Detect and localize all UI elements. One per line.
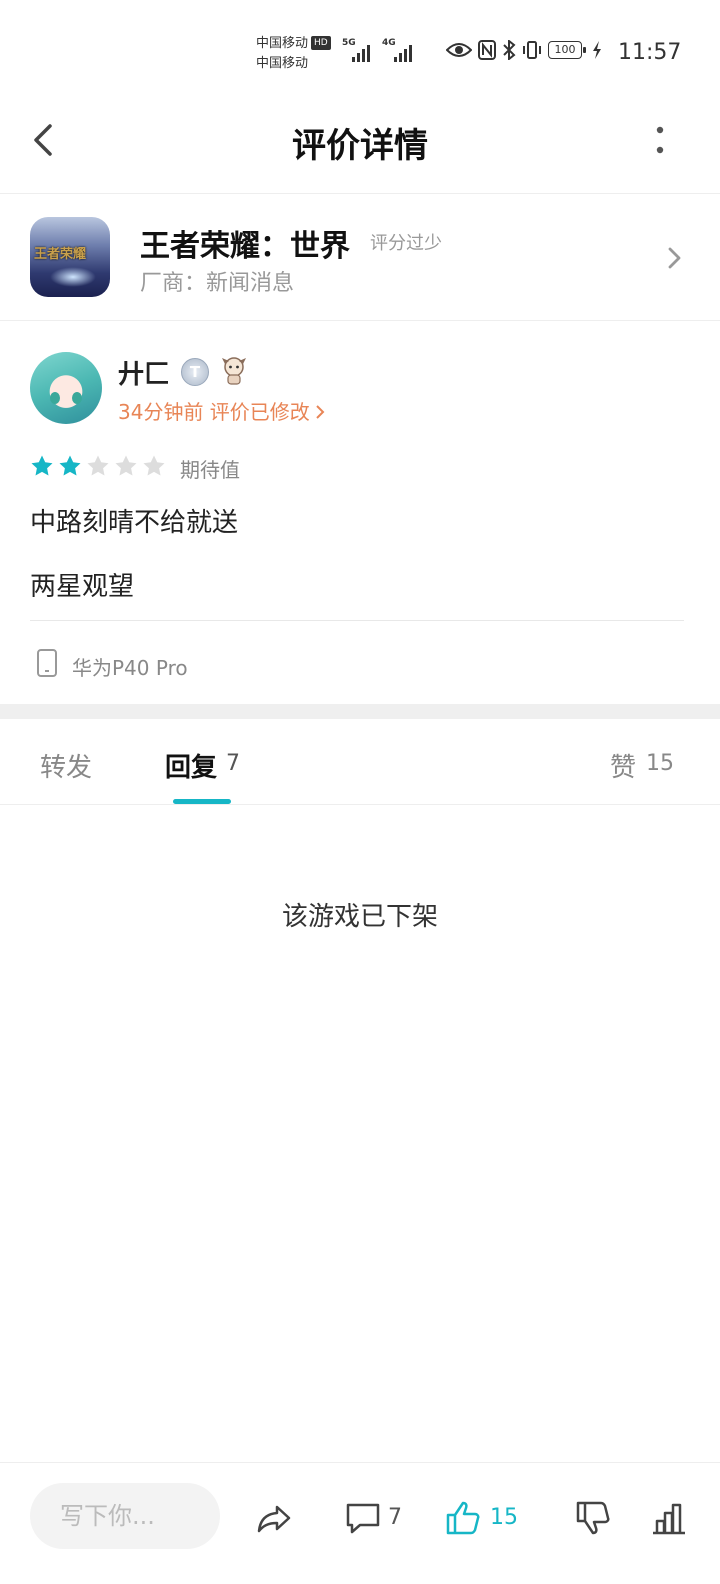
battery-icon: 100 [548, 41, 586, 59]
thumbs-up-icon[interactable] [444, 1499, 482, 1537]
tab-reply-count: 7 [226, 751, 240, 776]
clock: 11:57 [618, 40, 682, 65]
carrier-2: 中国移动 [256, 56, 309, 71]
like-count: 15 [490, 1505, 518, 1530]
game-logo: 王者荣耀 [30, 217, 110, 297]
status-icons: 100 [446, 40, 602, 60]
review-text-line-1: 中路刻晴不给就送 [30, 508, 239, 538]
level-badge: T [181, 358, 209, 386]
star-icon [87, 455, 109, 476]
star-icon [143, 455, 165, 476]
game-card[interactable]: 王者荣耀 王者荣耀：世界 评分过少 厂商：新闻消息 [0, 195, 720, 321]
game-name: 王者荣耀：世界 [140, 229, 350, 264]
comment-count: 7 [388, 1505, 402, 1530]
chevron-right-icon [316, 405, 325, 419]
divider [30, 620, 684, 621]
phone-icon [37, 649, 57, 677]
thumbs-down-icon[interactable] [574, 1499, 612, 1537]
star-icon [59, 455, 81, 476]
bluetooth-icon [503, 40, 516, 60]
status-bar: 中国移动 HD 中国移动 5G 4G 100 11:57 [0, 0, 720, 100]
tab-like-count: 15 [646, 751, 674, 776]
game-vendor: 厂商：新闻消息 [140, 271, 295, 296]
tabs: 转发 回复 7 赞 15 [0, 719, 720, 805]
comment-input[interactable] [30, 1483, 220, 1549]
tab-reply[interactable]: 回复 [165, 747, 217, 784]
share-icon[interactable] [255, 1499, 293, 1537]
more-options-icon[interactable] [650, 122, 670, 158]
rating-stars [30, 454, 166, 478]
review-text-line-2: 两星观望 [30, 572, 135, 602]
bottom-action-bar: 7 15 [0, 1462, 720, 1584]
page-title: 评价详情 [292, 126, 428, 166]
chevron-right-icon[interactable] [664, 243, 684, 273]
empty-message: 该游戏已下架 [281, 902, 438, 932]
rating-label: 期待值 [180, 458, 240, 482]
vibrate-icon [523, 41, 541, 59]
game-logo-text: 王者荣耀 [34, 247, 87, 262]
tab-forward[interactable]: 转发 [40, 747, 92, 784]
comment-icon[interactable] [344, 1499, 382, 1537]
eye-icon [446, 43, 472, 57]
star-icon [31, 455, 53, 476]
user-name[interactable]: 廾匚 [118, 354, 170, 391]
carrier-info: 中国移动 HD 中国移动 [256, 34, 331, 74]
review-meta-text: 34分钟前 评价已修改 [118, 400, 310, 424]
carrier-1: 中国移动 [256, 36, 309, 51]
tab-like[interactable]: 赞 [610, 747, 636, 784]
charging-icon [593, 41, 601, 59]
tab-indicator [173, 799, 231, 804]
review-meta[interactable]: 34分钟前 评价已修改 [118, 396, 326, 425]
section-divider [0, 704, 720, 719]
header: 评价详情 [0, 100, 720, 194]
character-badge-icon [222, 357, 246, 385]
hd-badge: HD [311, 36, 331, 50]
stats-icon[interactable] [650, 1499, 688, 1537]
avatar[interactable] [30, 352, 102, 424]
device-name: 华为P40 Pro [72, 656, 188, 680]
game-rating-note: 评分过少 [370, 233, 442, 254]
nfc-icon [478, 40, 496, 60]
star-icon [115, 455, 137, 476]
review: 廾匚 T 34分钟前 评价已修改 期待值 中路刻晴不给就送 两星观望 华为P40… [0, 322, 720, 704]
